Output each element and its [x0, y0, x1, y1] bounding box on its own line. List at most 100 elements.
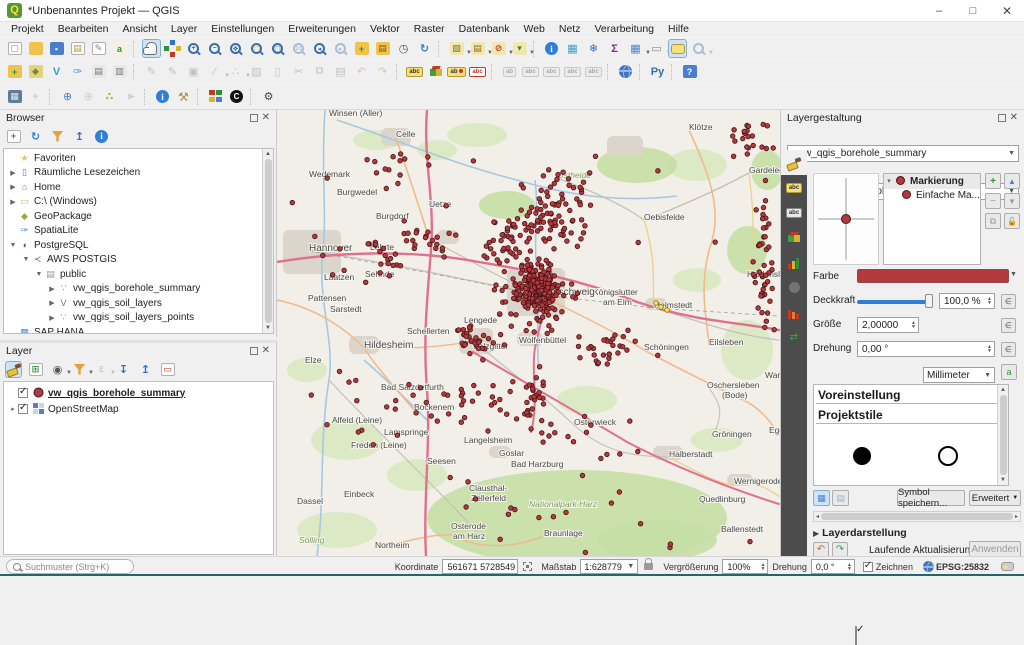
- borehole-point[interactable]: [613, 333, 618, 338]
- borehole-point[interactable]: [611, 343, 616, 348]
- borehole-point[interactable]: [387, 274, 392, 279]
- borehole-point[interactable]: [579, 218, 584, 223]
- new-project-icon[interactable]: ▢: [5, 39, 24, 58]
- borehole-point[interactable]: [527, 210, 532, 215]
- borehole-point[interactable]: [571, 218, 576, 223]
- borehole-point[interactable]: [539, 288, 544, 293]
- expander-icon[interactable]: ▶: [8, 169, 18, 177]
- borehole-point[interactable]: [414, 411, 419, 416]
- borehole-point[interactable]: [424, 400, 429, 405]
- borehole-point[interactable]: [761, 205, 766, 210]
- borehole-point[interactable]: [448, 475, 453, 480]
- menu-projekt[interactable]: Projekt: [4, 22, 51, 37]
- borehole-point[interactable]: [599, 456, 604, 461]
- styling-redo-button[interactable]: ↷: [832, 542, 848, 557]
- borehole-point[interactable]: [507, 219, 512, 224]
- borehole-point[interactable]: [337, 369, 342, 374]
- borehole-point[interactable]: [517, 250, 522, 255]
- borehole-point[interactable]: [505, 226, 510, 231]
- borehole-point[interactable]: [578, 202, 583, 207]
- close-button[interactable]: ✕: [990, 0, 1024, 21]
- borehole-point[interactable]: [488, 247, 493, 252]
- borehole-point[interactable]: [497, 312, 502, 317]
- borehole-point[interactable]: [531, 279, 536, 284]
- add-symbol-layer-button[interactable]: +: [985, 173, 1001, 189]
- maximize-button[interactable]: □: [956, 0, 990, 21]
- borehole-point[interactable]: [325, 176, 330, 181]
- pan-to-selection-icon[interactable]: [163, 39, 182, 58]
- borehole-point[interactable]: [515, 216, 520, 221]
- remove-layer-icon[interactable]: ▭: [159, 361, 176, 378]
- new-bookmark-icon[interactable]: +: [352, 39, 371, 58]
- size-override-button[interactable]: ∈: [1001, 318, 1016, 333]
- borehole-point[interactable]: [534, 309, 539, 314]
- filter-legend-icon[interactable]: ▼: [71, 361, 88, 378]
- borehole-point[interactable]: [529, 223, 534, 228]
- borehole-point[interactable]: [498, 332, 503, 337]
- borehole-point[interactable]: [553, 430, 558, 435]
- borehole-point[interactable]: [492, 220, 497, 225]
- borehole-point[interactable]: [381, 246, 386, 251]
- size-unit-select[interactable]: Millimeter▼: [923, 367, 995, 383]
- styling-undo-button[interactable]: ↶: [813, 542, 829, 557]
- borehole-point[interactable]: [404, 238, 409, 243]
- borehole-point[interactable]: [530, 288, 535, 293]
- borehole-point[interactable]: [638, 521, 643, 526]
- borehole-point[interactable]: [581, 180, 586, 185]
- manage-map-themes-icon[interactable]: ◉▼: [49, 361, 66, 378]
- borehole-point[interactable]: [772, 327, 777, 332]
- borehole-point[interactable]: [517, 296, 522, 301]
- digitize-points-icon[interactable]: ∴: [100, 87, 119, 106]
- borehole-point[interactable]: [528, 273, 533, 278]
- borehole-point[interactable]: [330, 273, 335, 278]
- borehole-point[interactable]: [366, 242, 371, 247]
- borehole-point[interactable]: [589, 423, 594, 428]
- menu-netz[interactable]: Netz: [552, 22, 588, 37]
- borehole-point[interactable]: [567, 183, 572, 188]
- borehole-point[interactable]: [509, 324, 514, 329]
- expander-icon[interactable]: ▶: [47, 299, 57, 307]
- layer-visibility-checkbox[interactable]: [18, 388, 28, 398]
- borehole-point[interactable]: [505, 259, 510, 264]
- new-geopackage-layer-icon[interactable]: ◆: [26, 62, 45, 81]
- borehole-point[interactable]: [459, 420, 464, 425]
- menu-einstellungen[interactable]: Einstellungen: [204, 22, 281, 37]
- layer-item-vw-qgis-borehole-summary[interactable]: vw_qgis_borehole_summary: [4, 385, 273, 401]
- borehole-point[interactable]: [605, 452, 610, 457]
- symbol-tree-child-row[interactable]: Einfache Ma...: [884, 189, 980, 204]
- borehole-point[interactable]: [741, 136, 746, 141]
- expander-icon[interactable]: ▶: [8, 198, 18, 206]
- layer-panel-float-icon[interactable]: [250, 347, 258, 355]
- borehole-point[interactable]: [609, 501, 614, 506]
- borehole-point[interactable]: [511, 379, 516, 384]
- move-up-button[interactable]: ▲: [1004, 173, 1020, 189]
- borehole-point[interactable]: [524, 286, 529, 291]
- borehole-point[interactable]: [541, 402, 546, 407]
- borehole-point[interactable]: [539, 265, 544, 270]
- borehole-point[interactable]: [398, 158, 403, 163]
- borehole-point[interactable]: [506, 512, 511, 517]
- borehole-point[interactable]: [514, 313, 519, 318]
- styling-tab-view-3d[interactable]: [781, 225, 807, 250]
- minimize-button[interactable]: –: [922, 0, 956, 21]
- borehole-point[interactable]: [456, 328, 461, 333]
- borehole-point[interactable]: [568, 208, 573, 213]
- duplicate-symbol-layer-button[interactable]: ⧉: [985, 213, 1001, 229]
- styling-tab-labels[interactable]: abc: [781, 175, 807, 200]
- menu-bearbeiten[interactable]: Bearbeiten: [51, 22, 116, 37]
- borehole-point[interactable]: [435, 235, 440, 240]
- borehole-point[interactable]: [620, 344, 625, 349]
- borehole-point[interactable]: [549, 328, 554, 333]
- select-by-value-icon[interactable]: ▤▼: [468, 39, 487, 58]
- borehole-point[interactable]: [527, 383, 532, 388]
- borehole-point[interactable]: [435, 242, 440, 247]
- borehole-point[interactable]: [750, 134, 755, 139]
- rotation-override-button[interactable]: ∈: [1001, 342, 1016, 357]
- borehole-point[interactable]: [427, 163, 432, 168]
- new-print-layout-icon[interactable]: ▤: [68, 39, 87, 58]
- borehole-point[interactable]: [527, 321, 532, 326]
- deselect-features-icon[interactable]: ⊘▼: [489, 39, 508, 58]
- size-spinner[interactable]: 2,00000▲▼: [857, 317, 919, 333]
- menu-vektor[interactable]: Vektor: [363, 22, 407, 37]
- borehole-point[interactable]: [513, 283, 518, 288]
